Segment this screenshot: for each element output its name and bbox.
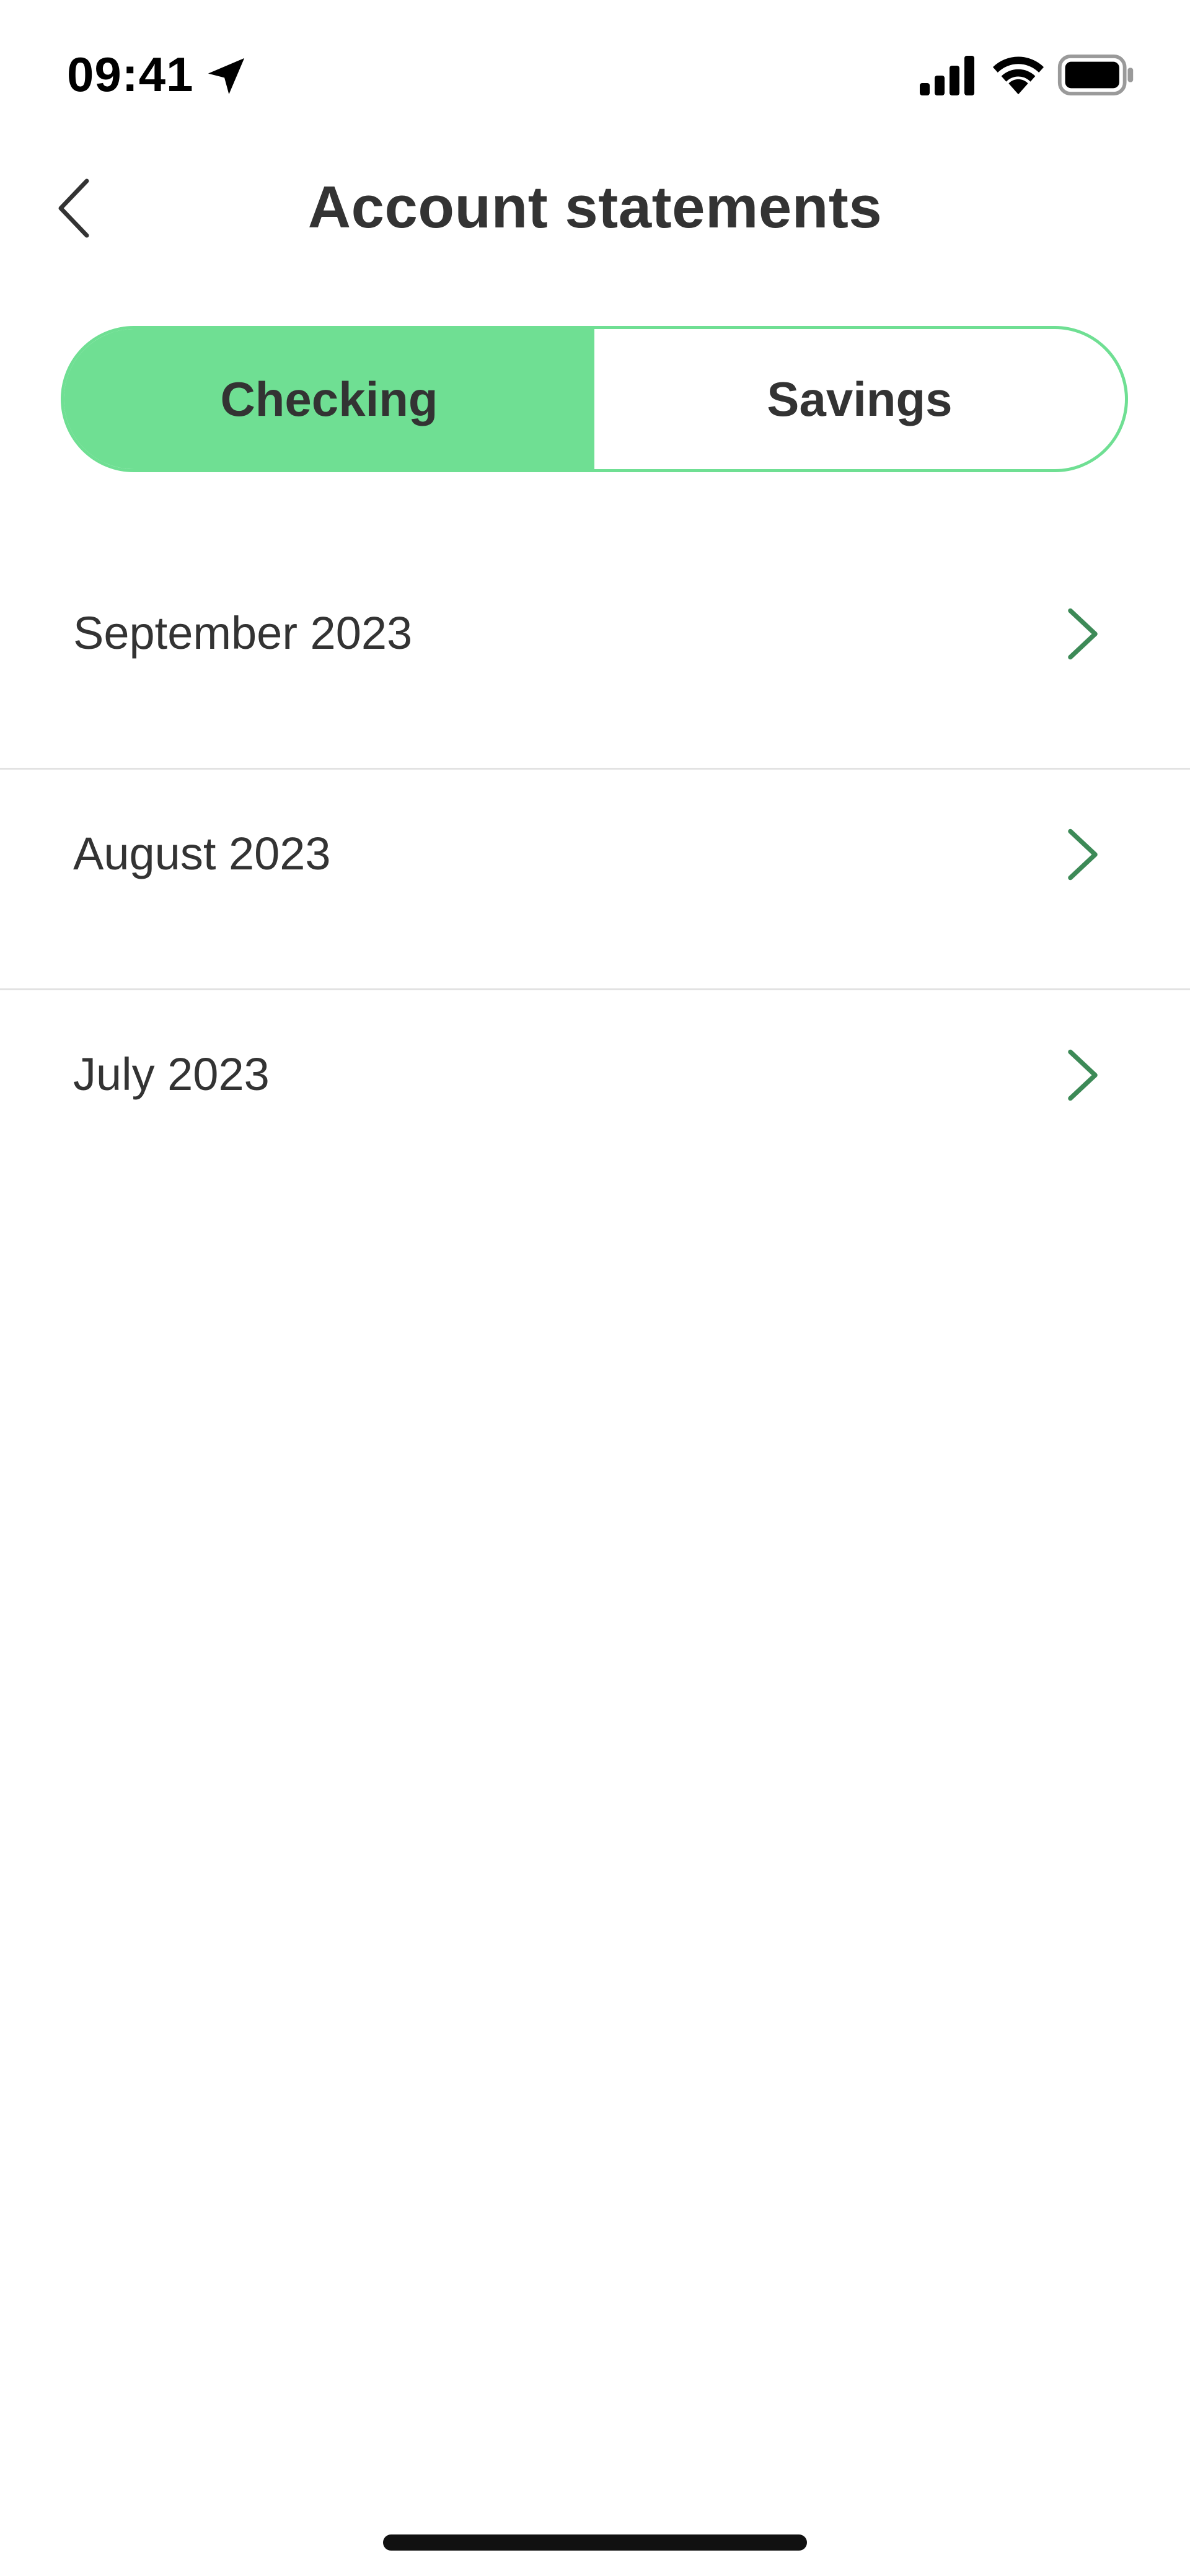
chevron-right-icon bbox=[1068, 829, 1098, 881]
cellular-signal-icon bbox=[920, 56, 974, 95]
status-time: 09:41 bbox=[67, 47, 194, 102]
battery-icon bbox=[1057, 55, 1134, 95]
account-statements-screen: 09:41 Account statements Checking Saving… bbox=[0, 0, 1190, 2576]
account-type-tabs: Checking Savings bbox=[61, 326, 1128, 472]
statement-label: September 2023 bbox=[73, 607, 413, 659]
tab-savings[interactable]: Savings bbox=[594, 329, 1125, 469]
chevron-left-icon bbox=[58, 178, 89, 238]
back-button[interactable] bbox=[37, 171, 112, 245]
page-title: Account statements bbox=[307, 174, 883, 240]
statement-label: July 2023 bbox=[73, 1048, 270, 1100]
status-bar: 09:41 bbox=[0, 0, 1190, 149]
nav-header: Account statements bbox=[0, 149, 1190, 266]
home-indicator[interactable] bbox=[383, 2534, 807, 2551]
list-item-september-2023[interactable]: September 2023 bbox=[0, 549, 1190, 770]
tab-checking[interactable]: Checking bbox=[64, 329, 594, 469]
chevron-right-icon bbox=[1068, 1049, 1098, 1101]
chevron-right-icon bbox=[1068, 608, 1098, 660]
wifi-icon bbox=[992, 56, 1044, 95]
list-item-july-2023[interactable]: July 2023 bbox=[0, 990, 1190, 1211]
statement-list: September 2023 August 2023 July 2023 bbox=[0, 549, 1190, 1211]
list-item-august-2023[interactable]: August 2023 bbox=[0, 770, 1190, 990]
location-arrow-icon bbox=[208, 58, 245, 95]
statement-label: August 2023 bbox=[73, 827, 331, 879]
